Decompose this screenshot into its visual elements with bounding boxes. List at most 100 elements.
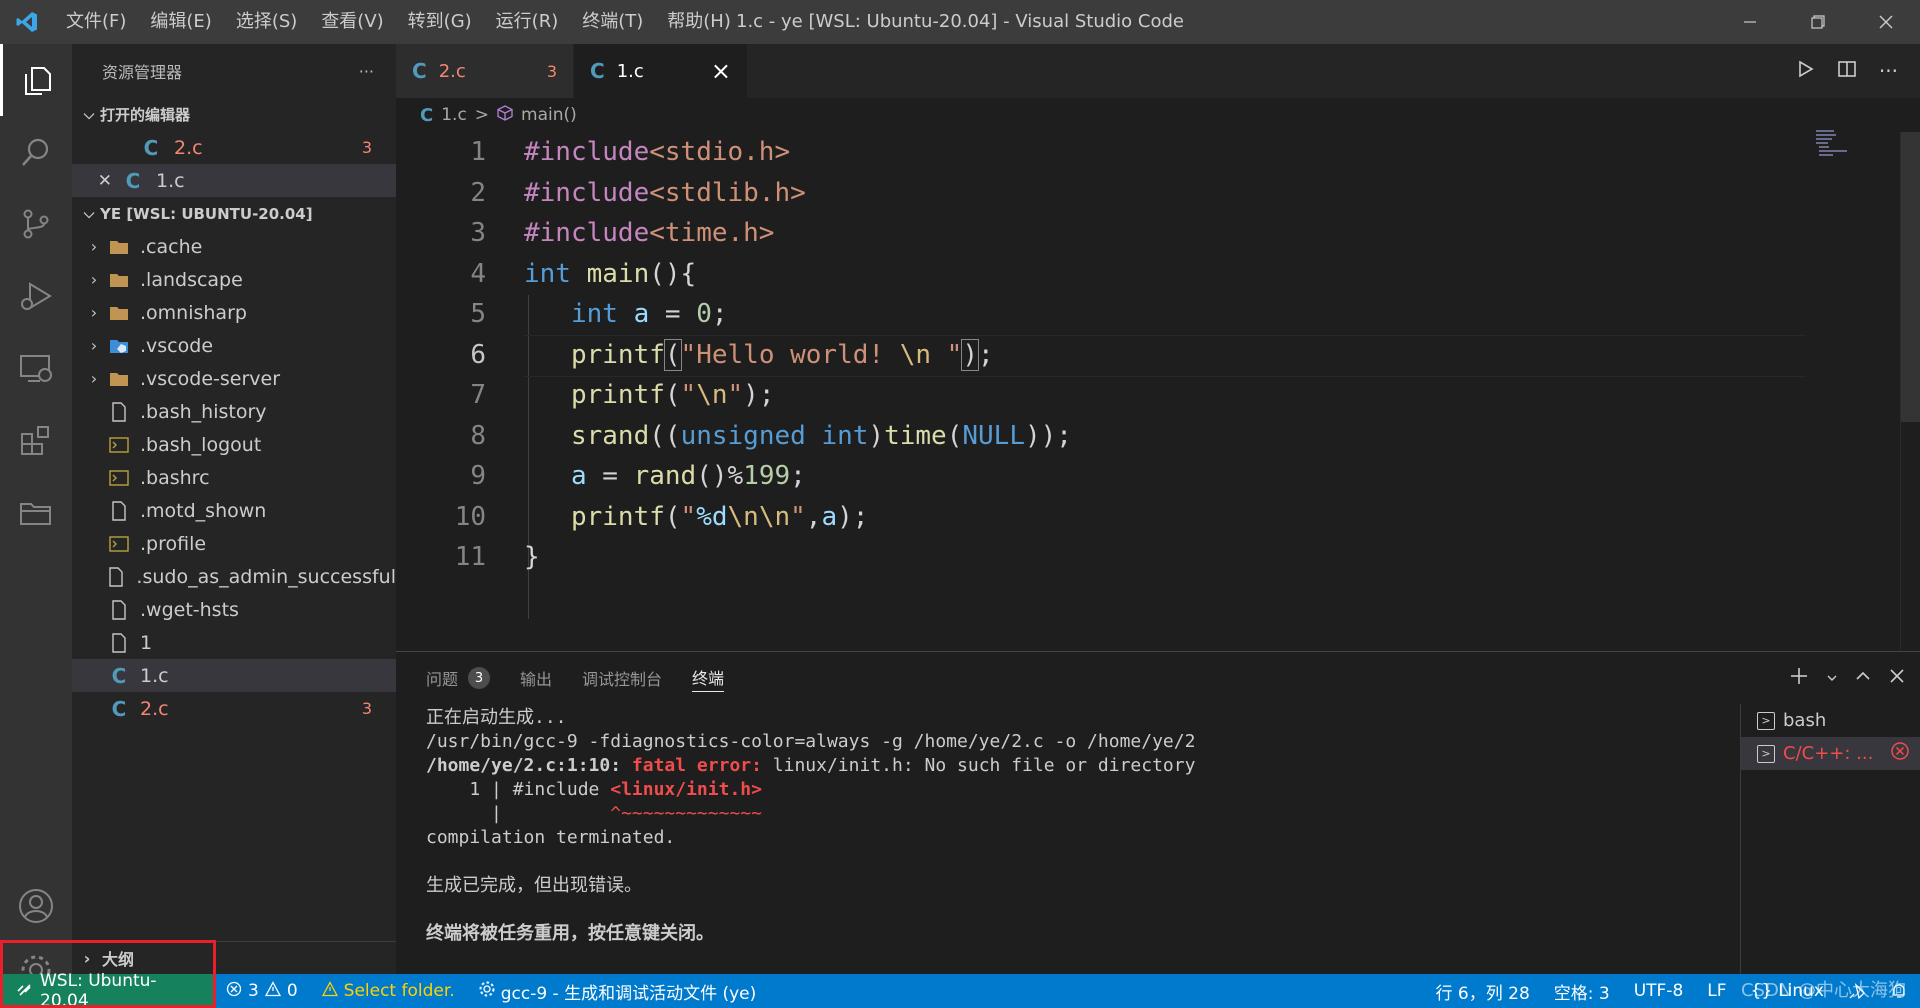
menu-terminal[interactable]: 终端(T) — [570, 0, 655, 44]
file-tree-item[interactable]: .bash_history — [72, 395, 396, 428]
line-number: 6 — [470, 339, 486, 370]
folders-icon[interactable] — [0, 476, 72, 548]
tab-close-icon[interactable]: × — [711, 57, 731, 85]
end-of-line[interactable]: LF — [1695, 981, 1738, 1001]
accounts-icon[interactable] — [0, 870, 72, 942]
remote-explorer-icon[interactable] — [0, 332, 72, 404]
file-tree-item[interactable]: .wget-hsts — [72, 593, 396, 626]
tab-problems[interactable]: 问题 3 — [426, 652, 491, 704]
chevron-down-icon[interactable] — [1826, 669, 1838, 688]
more-actions-icon[interactable]: ··· — [359, 62, 374, 81]
file-tree-item[interactable]: C 1.c — [72, 659, 396, 692]
file-name: .wget-hsts — [140, 598, 239, 621]
more-actions-icon[interactable]: ··· — [1879, 59, 1898, 83]
run-icon[interactable] — [1795, 59, 1815, 83]
file-tree-item[interactable]: .profile — [72, 527, 396, 560]
terminal-text: /home/ye/2.c:1:10: — [426, 755, 632, 776]
file-tree-item[interactable]: › .omnisharp — [72, 296, 396, 329]
shell-file-icon — [104, 535, 134, 552]
file-tree-item[interactable]: .sudo_as_admin_successful — [72, 560, 396, 593]
menu-edit[interactable]: 编辑(E) — [138, 0, 223, 44]
editor-scrollbar[interactable] — [1900, 132, 1920, 652]
source-control-icon[interactable] — [0, 188, 72, 260]
terminal-line: 1 | #include <linux/init.h> — [426, 778, 1526, 802]
file-tree-item[interactable]: › .vscode-server — [72, 362, 396, 395]
file-icon — [102, 566, 130, 587]
select-folder-status[interactable]: Select folder. — [310, 980, 467, 1002]
menu-help[interactable]: 帮助(H) — [655, 0, 743, 44]
close-panel-icon[interactable] — [1888, 667, 1906, 689]
workspace-section[interactable]: ⌵ YE [WSL: UBUNTU-20.04] — [72, 197, 396, 230]
line-number: 5 — [470, 299, 486, 329]
gear-icon — [479, 981, 495, 1002]
close-window-button[interactable] — [1852, 0, 1920, 44]
terminal-text: 1 | #include — [426, 779, 611, 800]
terminal-error-text: <linux/init.h> — [610, 779, 762, 800]
maximize-panel-icon[interactable] — [1854, 667, 1872, 689]
terminal-item-bash[interactable]: > bash — [1741, 704, 1920, 737]
menu-selection[interactable]: 选择(S) — [224, 0, 309, 44]
file-tree-item[interactable]: › .vscode — [72, 329, 396, 362]
open-editor-item[interactable]: ✕ C 1.c — [72, 164, 396, 197]
line-number: 9 — [470, 461, 486, 491]
menu-run[interactable]: 运行(R) — [484, 0, 571, 44]
minimize-button[interactable] — [1716, 0, 1784, 44]
encoding[interactable]: UTF-8 — [1622, 981, 1696, 1001]
tab-debug-console[interactable]: 调试控制台 — [582, 652, 662, 704]
window-controls — [1716, 0, 1920, 44]
problems-count-badge: 3 — [468, 667, 491, 689]
breadcrumb-symbol[interactable]: main() — [521, 105, 577, 125]
code-editor[interactable]: 1 #include<stdio.h> 2 #include<stdlib.h> 3… — [396, 132, 1896, 652]
split-editor-icon[interactable] — [1837, 59, 1857, 83]
cursor-position[interactable]: 行 6，列 28 — [1424, 979, 1542, 1004]
run-debug-icon[interactable] — [0, 260, 72, 332]
terminal-item-cpp[interactable]: > C/C++: ... — [1741, 737, 1920, 770]
terminal-line: /usr/bin/gcc-9 -fdiagnostics-color=alway… — [426, 731, 1196, 752]
code-text: } — [524, 542, 540, 572]
vscode-folder-icon — [104, 338, 134, 354]
open-editors-section[interactable]: ⌵ 打开的编辑器 — [72, 98, 396, 131]
explorer-icon[interactable] — [0, 44, 72, 116]
chevron-right-icon: › — [90, 369, 98, 388]
panel-tabs: 问题 3 输出 调试控制台 终端 — [396, 652, 725, 704]
file-tree-item[interactable]: › .landscape — [72, 263, 396, 296]
indentation[interactable]: 空格: 3 — [1542, 979, 1622, 1004]
line-number: 7 — [470, 380, 486, 410]
file-tree-item[interactable]: C 2.c 3 — [72, 692, 396, 725]
extensions-icon[interactable] — [0, 404, 72, 476]
terminal-name: bash — [1783, 710, 1827, 731]
breadcrumb-file[interactable]: 1.c — [441, 105, 467, 125]
open-editor-name: 2.c — [174, 136, 203, 159]
restore-button[interactable] — [1784, 0, 1852, 44]
open-editor-item[interactable]: C 2.c 3 — [72, 131, 396, 164]
tab-output[interactable]: 输出 — [520, 652, 552, 704]
tab-2-c[interactable]: C 2.c 3 — [396, 44, 574, 98]
search-icon[interactable] — [0, 116, 72, 188]
file-tree-item[interactable]: 1 — [72, 626, 396, 659]
menu-view[interactable]: 查看(V) — [309, 0, 395, 44]
code-line: 1 #include<stdio.h> — [396, 132, 1896, 173]
file-name: .profile — [140, 532, 207, 555]
scrollbar-thumb[interactable] — [1901, 132, 1920, 422]
terminal-output[interactable]: 正在启动生成... /usr/bin/gcc-9 -fdiagnostics-c… — [426, 706, 1526, 946]
code-text: int a = 0; — [570, 299, 728, 329]
file-tree-item[interactable]: .bashrc — [72, 461, 396, 494]
file-tree-item[interactable]: .motd_shown — [72, 494, 396, 527]
error-circle-icon — [1890, 741, 1910, 766]
build-task-status[interactable]: gcc-9 - 生成和调试活动文件 (ye) — [467, 979, 769, 1004]
tab-terminal[interactable]: 终端 — [692, 652, 725, 704]
shell-file-icon — [104, 469, 134, 486]
file-tree-item[interactable]: .bash_logout — [72, 428, 396, 461]
tab-1-c[interactable]: C 1.c × — [574, 44, 748, 98]
close-icon[interactable]: ✕ — [72, 171, 112, 191]
error-count: 3 — [248, 981, 259, 1001]
problems-status[interactable]: 3 0 — [214, 980, 310, 1002]
open-editor-name: 1.c — [156, 169, 185, 192]
menu-file[interactable]: 文件(F) — [54, 0, 138, 44]
minimap[interactable] — [1816, 130, 1896, 170]
c-file-icon: C — [412, 59, 427, 83]
menu-go[interactable]: 转到(G) — [396, 0, 484, 44]
file-tree-item[interactable]: › .cache — [72, 230, 396, 263]
new-terminal-icon[interactable] — [1788, 665, 1810, 691]
error-icon — [226, 981, 242, 1002]
